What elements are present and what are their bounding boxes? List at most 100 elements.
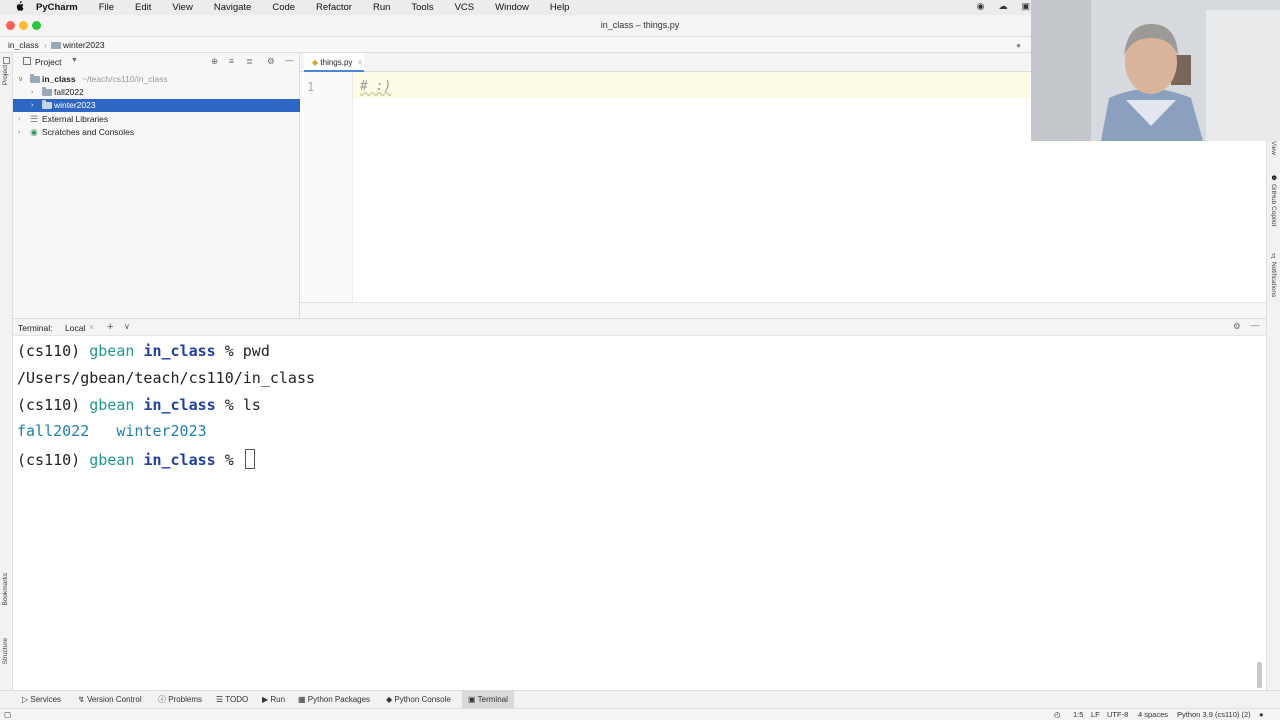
bookmarks-tool-label[interactable]: Bookmarks [2, 573, 9, 606]
file-encoding[interactable]: UTF-8 [1107, 710, 1128, 719]
tab-terminal[interactable]: ▣ Terminal [462, 691, 514, 708]
menu-refactor[interactable]: Refactor [316, 2, 352, 13]
breadcrumb-root[interactable]: in_class [8, 40, 39, 50]
terminal-line: (cs110) gbean in_class % [17, 449, 255, 469]
menu-tools[interactable]: Tools [411, 2, 433, 13]
locate-icon[interactable]: ⊕ [211, 56, 218, 67]
prompt-env: (cs110) [17, 342, 81, 360]
copilot-tool-label[interactable]: GitHub Copilot [1270, 184, 1277, 226]
chevron-right-icon[interactable]: › [31, 99, 33, 112]
terminal-scrollbar[interactable] [1257, 662, 1262, 688]
tree-folder-label: winter2023 [54, 100, 96, 110]
scratches-icon: ◉ [30, 127, 38, 137]
tab-services[interactable]: ▷ Services [22, 691, 61, 708]
chevron-down-icon[interactable]: ∨ [18, 73, 23, 86]
chevron-down-icon[interactable]: ▼ [71, 57, 78, 64]
close-tab-icon[interactable]: × [358, 58, 363, 67]
view-tool-label[interactable]: View [1270, 141, 1277, 155]
tab-label: Services [30, 695, 62, 704]
indent-setting[interactable]: 4 spaces [1138, 710, 1168, 719]
tab-things-py[interactable]: ◆ things.py × [304, 53, 364, 72]
tree-root-path: ~/teach/cs110/in_class [82, 74, 168, 84]
project-tool-icon[interactable] [3, 57, 10, 64]
python-interpreter[interactable]: Python 3.9 (cs110) (2) [1177, 710, 1251, 719]
chevron-right-icon[interactable]: › [31, 86, 33, 99]
menu-window[interactable]: Window [495, 2, 529, 13]
caret-position[interactable]: 1:5 [1073, 710, 1083, 719]
lock-icon[interactable]: ● [1259, 710, 1264, 719]
tab-label: Version Control [86, 695, 142, 704]
project-panel-title[interactable]: Project [35, 57, 61, 67]
hide-panel-icon[interactable]: — [285, 55, 294, 65]
apple-icon[interactable] [12, 1, 26, 14]
terminal-command: pwd [242, 342, 270, 360]
terminal-cursor [244, 449, 255, 469]
copilot-icon[interactable]: ☻ [1270, 173, 1278, 182]
menu-code[interactable]: Code [272, 2, 295, 13]
terminal-output[interactable]: (cs110) gbean in_class % pwd /Users/gbea… [13, 336, 1266, 690]
menu-view[interactable]: View [172, 2, 192, 13]
terminal-dir-entry: fall2022 [17, 422, 90, 440]
menu-pycharm[interactable]: PyCharm [36, 2, 78, 13]
code-line[interactable]: # :) [360, 79, 391, 94]
hide-panel-icon[interactable]: — [1251, 320, 1260, 330]
tab-python-packages[interactable]: ▦ Python Packages [298, 691, 370, 708]
tab-run[interactable]: ▶ Run [262, 691, 285, 708]
tab-version-control[interactable]: ↯ Version Control [78, 691, 142, 708]
menu-edit[interactable]: Edit [135, 2, 151, 13]
terminal-line: fall2022 winter2023 [17, 422, 207, 440]
notifications-tool-label[interactable]: Notifications [1270, 262, 1277, 297]
menu-run[interactable]: Run [373, 2, 390, 13]
collapse-all-icon[interactable]: ≣ [246, 56, 253, 67]
tab-terminal-local[interactable]: Local [65, 323, 85, 333]
terminal-header: Terminal: Local × + ∨ ⚙ — [13, 318, 1266, 336]
tab-label: Run [270, 695, 286, 704]
menu-vcs[interactable]: VCS [455, 2, 475, 13]
menubar-status-icons: ◉ ☁ ▣ [977, 1, 1030, 12]
prompt-env: (cs110) [17, 396, 81, 414]
status-app-icon[interactable]: ◉ [977, 1, 985, 12]
tree-item-fall2022[interactable]: › fall2022 [13, 86, 300, 99]
status-box-icon[interactable]: ▣ [1021, 1, 1030, 12]
user-icon[interactable]: ● [1016, 40, 1021, 50]
webcam-overlay [1031, 0, 1280, 141]
terminal-title: Terminal: [18, 323, 53, 333]
project-tool-label[interactable]: Project [2, 65, 9, 85]
chevron-right-icon[interactable]: › [18, 113, 20, 126]
terminal-line: (cs110) gbean in_class % pwd [17, 342, 270, 360]
prompt-user: gbean [89, 396, 135, 414]
structure-tool-label[interactable]: Structure [2, 638, 9, 664]
tab-problems[interactable]: ⓘ Problems [158, 691, 202, 708]
add-tab-icon[interactable]: + [107, 321, 113, 333]
folder-icon [30, 74, 40, 83]
expand-all-icon[interactable]: ≡ [229, 56, 234, 66]
close-tab-icon[interactable]: × [89, 322, 94, 332]
tab-label: TODO [225, 695, 249, 704]
tab-python-console[interactable]: ◆ Python Console [386, 691, 451, 708]
prompt-dir: in_class [143, 342, 216, 360]
tree-item-winter2023[interactable]: › winter2023 [13, 99, 300, 112]
gear-icon[interactable]: ⚙ [267, 56, 275, 67]
line-separator[interactable]: LF [1091, 710, 1100, 719]
panel-toggle-icon[interactable]: ▢ [4, 710, 11, 719]
terminal-line: /Users/gbean/teach/cs110/in_class [17, 369, 315, 387]
gear-icon[interactable]: ⚙ [1233, 321, 1241, 332]
tree-item-root[interactable]: ∨ in_class ~/teach/cs110/in_class [13, 73, 300, 86]
menu-file[interactable]: File [99, 2, 114, 13]
tree-item-scratches[interactable]: › ◉ Scratches and Consoles [13, 126, 300, 139]
inspection-icon[interactable]: ◴ [1054, 710, 1061, 719]
breadcrumb-child[interactable]: winter2023 [63, 40, 105, 50]
tab-todo[interactable]: ☰ TODO [216, 691, 248, 708]
menu-navigate[interactable]: Navigate [214, 2, 252, 13]
tree-item-external-libraries[interactable]: › ☰ External Libraries [13, 113, 300, 126]
prompt-dir: in_class [143, 396, 216, 414]
menu-help[interactable]: Help [550, 2, 570, 13]
project-panel: Project ▼ ⊕ ≡ ≣ ⚙ — ∨ in_class ~/teach/c… [13, 53, 300, 318]
chevron-right-icon[interactable]: › [18, 126, 20, 139]
problems-icon: ⓘ [158, 695, 169, 704]
status-cloud-icon[interactable]: ☁ [998, 1, 1007, 12]
chevron-down-icon[interactable]: ∨ [124, 322, 130, 331]
branch-icon: ↯ [78, 695, 87, 704]
bell-icon[interactable]: ♫ [1270, 251, 1276, 260]
todo-icon: ☰ [216, 695, 226, 704]
